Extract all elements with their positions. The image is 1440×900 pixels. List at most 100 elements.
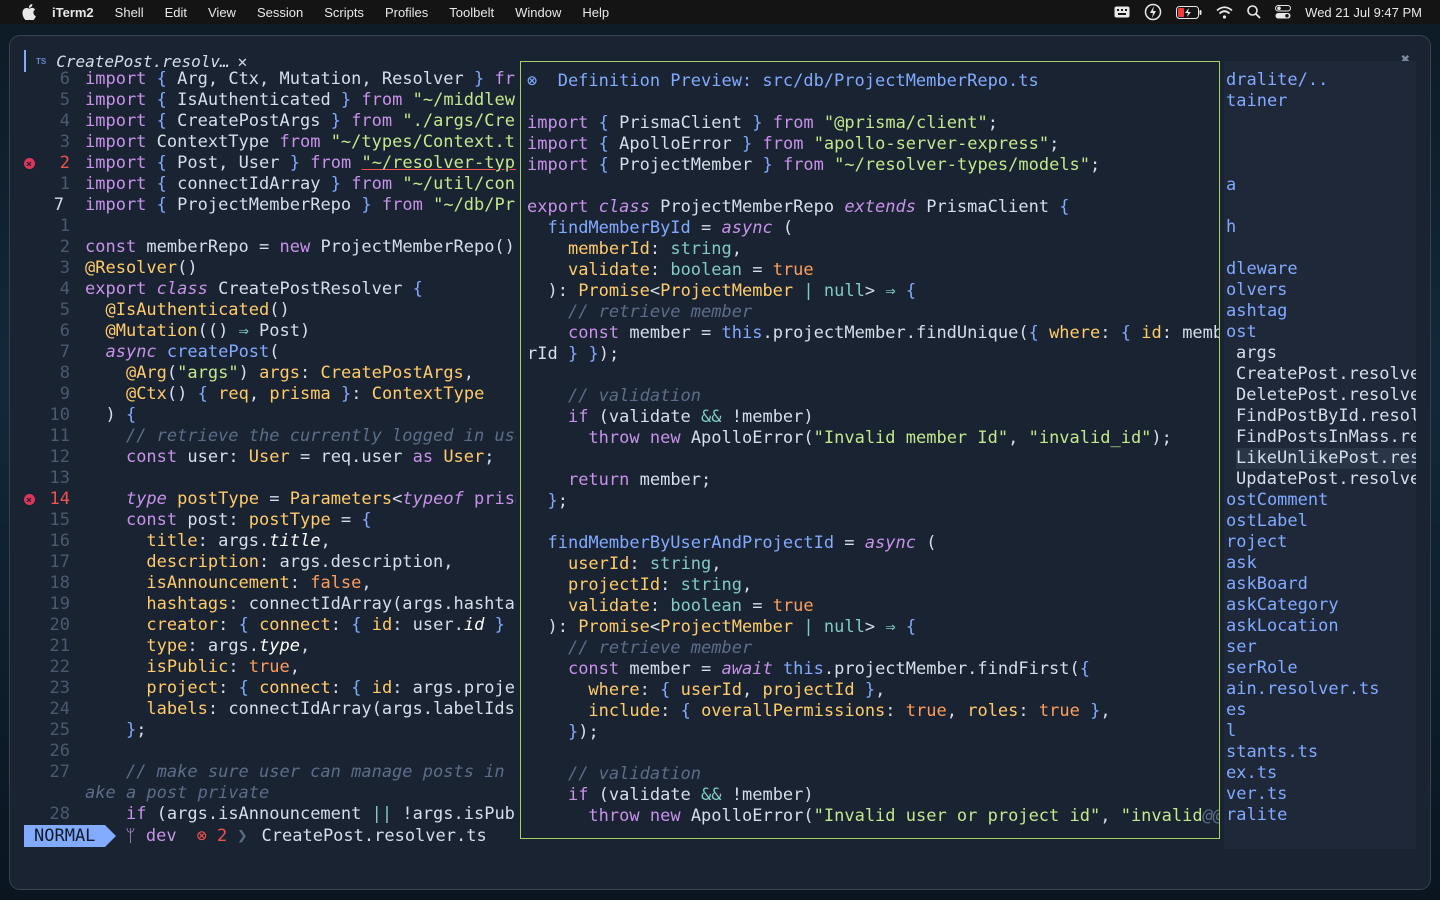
line-number: 16	[49, 531, 70, 551]
explorer-item[interactable]: ralite	[1226, 805, 1287, 826]
code-line: 6 @Mutation(() ⇒ Post)	[59, 321, 311, 341]
line-number: 6	[59, 69, 70, 89]
explorer-item[interactable]: askBoard	[1226, 574, 1308, 595]
explorer-item[interactable]: DeletePost.resolve	[1236, 385, 1416, 406]
code-line: 28 if (args.isAnnouncement || !args.isPu…	[49, 804, 516, 824]
code-line: 3 @Resolver()	[59, 258, 198, 278]
control-center-icon[interactable]	[1275, 5, 1292, 19]
menu-window[interactable]: Window	[515, 5, 561, 20]
line-number: 6	[59, 321, 70, 341]
menu-help[interactable]: Help	[582, 5, 609, 20]
code-line: 12 const user: User = req.user as User;	[49, 447, 495, 467]
code-line: 6 import { Arg, Ctx, Mutation, Resolver }…	[59, 69, 516, 89]
line-number: 1	[59, 216, 70, 236]
code-line: 19 hashtags: connectIdArray(args.hashtag	[49, 594, 516, 614]
menu-app-name[interactable]: iTerm2	[52, 5, 94, 20]
power-icon[interactable]	[1144, 3, 1162, 21]
code-line: ake a post private	[85, 783, 270, 803]
explorer-item[interactable]: FindPostById.resol	[1236, 406, 1416, 427]
git-branch: ᛘ dev	[125, 826, 177, 846]
preview-line: // validation	[567, 764, 702, 784]
explorer-item[interactable]: ser	[1226, 637, 1257, 658]
preview-line: throw new ApolloError("Invalid member Id…	[588, 428, 1172, 448]
preview-line: ): Promise<ProjectMember | null> ⇒ {	[527, 617, 917, 637]
explorer-item[interactable]: LikeUnlikePost.res	[1236, 448, 1416, 469]
explorer-item[interactable]: dleware	[1226, 259, 1298, 280]
menu-scripts[interactable]: Scripts	[324, 5, 364, 20]
code-line: 5 import { IsAuthenticated } from "~/midd…	[59, 90, 516, 110]
battery-icon[interactable]	[1176, 5, 1202, 19]
code-line: 27 // make sure user can manage posts in…	[49, 762, 516, 782]
explorer-item[interactable]: a	[1226, 175, 1236, 196]
wifi-icon[interactable]	[1216, 5, 1233, 19]
explorer-item[interactable]: h	[1226, 217, 1236, 238]
explorer-item[interactable]: ver.ts	[1226, 784, 1287, 805]
menu-profiles[interactable]: Profiles	[385, 5, 428, 20]
explorer-item[interactable]: askLocation	[1226, 616, 1339, 637]
explorer-item[interactable]: askCategory	[1226, 595, 1339, 616]
code-line: 14 type postType = Parameters<typeof pri…	[24, 489, 516, 511]
explorer-item[interactable]: tainer	[1226, 91, 1287, 112]
preview-line: // validation	[567, 386, 702, 406]
explorer-item[interactable]: FindPostsInMass.re	[1236, 427, 1416, 448]
menu-toolbelt[interactable]: Toolbelt	[449, 5, 494, 20]
explorer-item[interactable]: ostLabel	[1226, 511, 1308, 532]
keyboard-icon[interactable]	[1114, 6, 1130, 18]
explorer-item[interactable]: CreatePost.resolve	[1236, 364, 1416, 385]
preview-line: // retrieve member	[567, 302, 753, 322]
line-number: 8	[59, 363, 70, 383]
preview-line: return member;	[567, 470, 712, 490]
explorer-item[interactable]: ost	[1226, 322, 1257, 343]
line-number: 22	[49, 657, 70, 677]
close-icon[interactable]: ✕	[238, 52, 248, 71]
status-line: NORMAL ᛘ dev ⊗ 2 ❯ CreatePost.resolver.t…	[24, 825, 544, 847]
line-number: 1	[59, 174, 70, 194]
line-number: 19	[49, 594, 70, 614]
code-line: 16 title: args.title,	[49, 531, 331, 551]
menu-session[interactable]: Session	[257, 5, 303, 20]
explorer-item[interactable]: stants.ts	[1226, 742, 1318, 763]
diagnostics-count[interactable]: ⊗ 2	[197, 826, 228, 846]
preview-line: export class ProjectMemberRepo extends P…	[527, 197, 1070, 217]
explorer-item[interactable]: ask	[1226, 553, 1257, 574]
search-icon[interactable]	[1247, 5, 1261, 19]
status-filename: CreatePost.resolver.ts	[261, 826, 487, 846]
menu-edit[interactable]: Edit	[165, 5, 187, 20]
explorer-item[interactable]: roject	[1226, 532, 1287, 553]
line-number: 28	[49, 804, 70, 824]
code-line: 24 labels: connectIdArray(args.labelIds)	[49, 699, 516, 719]
line-number: 24	[49, 699, 70, 719]
code-line: 23 project: { connect: { id: args.projec	[49, 678, 516, 698]
explorer-item[interactable]: args	[1236, 343, 1277, 364]
explorer-item[interactable]: olvers	[1226, 280, 1287, 301]
explorer-item[interactable]: ain.resolver.ts	[1226, 679, 1380, 700]
code-line: 18 isAnnouncement: false,	[49, 573, 372, 593]
menu-shell[interactable]: Shell	[115, 5, 144, 20]
explorer-item[interactable]: es	[1226, 700, 1246, 721]
code-line: 7 async createPost(	[59, 342, 280, 362]
code-editor[interactable]: 6 import { Arg, Ctx, Mutation, Resolver }…	[24, 69, 516, 825]
explorer-item[interactable]: ashtag	[1226, 301, 1287, 322]
definition-preview-popup[interactable]: ⊗ Definition Preview: src/db/ProjectMemb…	[520, 61, 1220, 839]
line-number: 27	[49, 762, 70, 782]
menu-view[interactable]: View	[208, 5, 236, 20]
clock[interactable]: Wed 21 Jul 9:47 PM	[1305, 5, 1422, 20]
line-number: 25	[49, 720, 70, 740]
line-number: 2	[59, 153, 70, 173]
preview-line: validate: boolean = true	[567, 596, 814, 616]
explorer-item[interactable]: dralite/..	[1226, 70, 1328, 91]
tab-title: CreatePost.resolv…	[56, 51, 230, 71]
apple-icon[interactable]	[22, 4, 38, 20]
explorer-item[interactable]: UpdatePost.resolve	[1236, 469, 1416, 490]
typescript-icon: TS	[36, 56, 47, 66]
code-line: 20 creator: { connect: { id: user.id } }	[49, 615, 516, 635]
code-line: 7 import { ProjectMemberRepo } from "~/db…	[24, 195, 516, 216]
preview-line: throw new ApolloError("Invalid user or p…	[588, 806, 1219, 826]
line-number: 3	[59, 258, 70, 278]
explorer-item[interactable]: l	[1226, 721, 1236, 742]
line-number: 17	[49, 552, 70, 572]
explorer-item[interactable]: ex.ts	[1226, 763, 1277, 784]
explorer-item[interactable]: ostComment	[1226, 490, 1328, 511]
file-explorer[interactable]: dralite/.. tainer a h dleware olvers ashtag ost…	[1224, 61, 1416, 849]
explorer-item[interactable]: serRole	[1226, 658, 1298, 679]
